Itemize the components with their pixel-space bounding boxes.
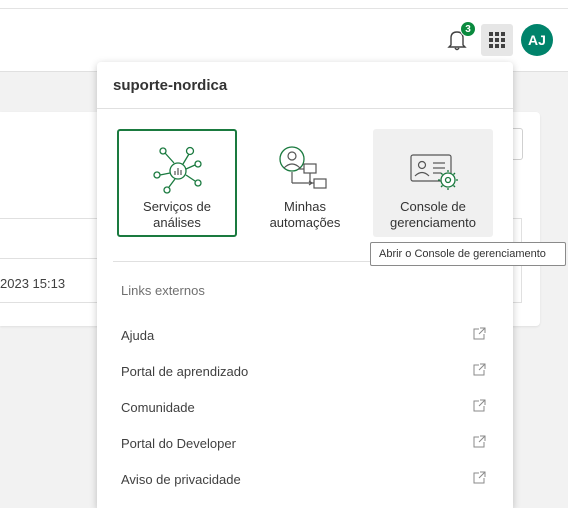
link-learning-portal[interactable]: Portal de aprendizado — [121, 360, 491, 384]
tile-management-console-label: Console de gerenciamento — [390, 199, 476, 230]
table-cell-date: 2023 15:13 — [0, 276, 66, 291]
app-switcher-panel: suporte-nordica Serviços de análises Min… — [97, 62, 513, 508]
notification-count-badge: 3 — [460, 21, 476, 37]
link-privacy-notice[interactable]: Aviso de privacidade — [121, 468, 491, 492]
link-label: Aviso de privacidade — [121, 472, 241, 487]
automations-icon — [279, 146, 327, 189]
user-avatar[interactable]: AJ — [521, 24, 553, 56]
link-label: Comunidade — [121, 400, 195, 415]
link-label: Portal do Developer — [121, 436, 236, 451]
link-developer-portal[interactable]: Portal do Developer — [121, 432, 491, 456]
external-link-icon — [473, 399, 486, 412]
app-switcher-button[interactable] — [481, 24, 513, 56]
external-link-icon — [473, 435, 486, 448]
tile-management-console[interactable]: Console de gerenciamento — [373, 129, 493, 237]
app-grid-icon — [489, 32, 505, 48]
tile-analytics-services[interactable]: Serviços de análises — [117, 129, 237, 237]
tile-my-automations[interactable]: Minhas automações — [245, 129, 365, 237]
link-label: Portal de aprendizado — [121, 364, 249, 379]
external-link-icon — [473, 363, 486, 376]
panel-divider — [97, 108, 513, 109]
external-link-icon — [473, 471, 486, 484]
external-links-heading: Links externos — [121, 283, 205, 298]
top-divider — [0, 8, 568, 9]
link-community[interactable]: Comunidade — [121, 396, 491, 420]
tenant-name: suporte-nordica — [113, 77, 228, 94]
tooltip: Abrir o Console de gerenciamento — [370, 242, 566, 266]
external-link-icon — [473, 327, 486, 340]
management-console-icon — [410, 154, 458, 190]
link-label: Ajuda — [121, 328, 155, 343]
analytics-services-icon — [153, 146, 202, 194]
tile-my-automations-label: Minhas automações — [269, 199, 341, 230]
tile-analytics-services-label: Serviços de análises — [143, 199, 211, 230]
link-help[interactable]: Ajuda — [121, 324, 491, 348]
